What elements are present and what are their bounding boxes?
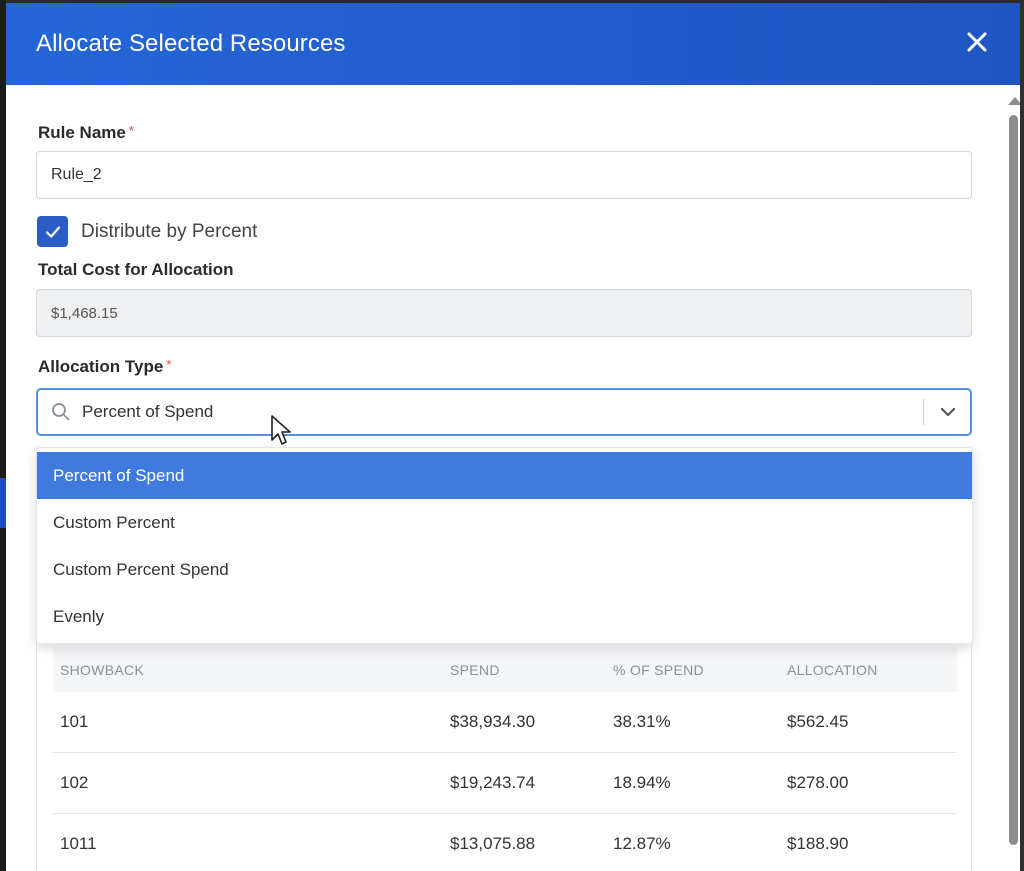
allocation-type-label: Allocation Type * [38, 357, 171, 377]
showback-cell: 1011 [60, 834, 97, 853]
total-cost-field: $1,468.15 [36, 289, 972, 337]
percent-cell: 38.31% [613, 712, 671, 731]
showback-cell: 101 [60, 712, 89, 731]
distribute-by-percent-checkbox[interactable] [37, 216, 68, 247]
table-row: 1011 $13,075.88 12.87% $188.90 [53, 814, 957, 871]
modal-scrollbar[interactable] [1006, 85, 1020, 871]
background-panel-edge-right [1020, 0, 1024, 871]
allocation-table-panel: SHOWBACK SPEND % OF SPEND ALLOCATION 101… [36, 630, 972, 871]
search-icon [52, 403, 70, 421]
table-row: 101 $38,934.30 38.31% $562.45 [53, 692, 957, 753]
showback-cell: 102 [60, 773, 89, 792]
table-header-row: SHOWBACK SPEND % OF SPEND ALLOCATION [53, 647, 957, 692]
required-marker: * [166, 357, 172, 372]
rule-name-label: Rule Name * [38, 123, 134, 143]
modal-body: Rule Name * Rule_2 Distribute by Percent … [6, 85, 1006, 871]
rule-name-label-text: Rule Name [38, 123, 126, 142]
allocate-modal: Allocate Selected Resources Rule Name * R… [6, 3, 1020, 871]
allocation-type-value: Percent of Spend [82, 402, 214, 421]
allocation-cell: $188.90 [787, 834, 849, 853]
option-percent-of-spend[interactable]: Percent of Spend [37, 452, 972, 499]
option-custom-percent-spend[interactable]: Custom Percent Spend [37, 546, 972, 593]
column-header-spend[interactable]: SPEND [450, 662, 613, 678]
allocation-cell: $562.45 [787, 712, 849, 731]
spend-cell: $19,243.74 [450, 773, 536, 792]
spend-cell: $38,934.30 [450, 712, 536, 731]
allocation-type-label-text: Allocation Type [38, 357, 164, 376]
option-custom-percent[interactable]: Custom Percent [37, 499, 972, 546]
percent-cell: 18.94% [613, 773, 671, 792]
allocation-table: SHOWBACK SPEND % OF SPEND ALLOCATION 101… [53, 647, 957, 871]
rule-name-input[interactable]: Rule_2 [36, 151, 972, 199]
table-row: 102 $19,243.74 18.94% $278.00 [53, 753, 957, 814]
mouse-pointer-icon [271, 415, 291, 445]
total-cost-label: Total Cost for Allocation [38, 260, 234, 279]
distribute-by-percent-label: Distribute by Percent [81, 220, 258, 242]
scroll-up-arrow-icon[interactable] [1008, 97, 1020, 105]
modal-title: Allocate Selected Resources [36, 30, 346, 57]
distribute-by-percent-row: Distribute by Percent [37, 216, 257, 247]
allocation-type-dropdown: Percent of Spend Custom Percent Custom P… [36, 447, 973, 644]
percent-cell: 12.87% [613, 834, 671, 853]
column-header-showback[interactable]: SHOWBACK [53, 662, 450, 678]
option-evenly[interactable]: Evenly [37, 593, 972, 640]
close-button[interactable] [964, 29, 990, 55]
rule-name-value: Rule_2 [51, 166, 102, 183]
modal-header: Allocate Selected Resources [6, 3, 1020, 85]
total-cost-value: $1,468.15 [51, 304, 118, 322]
column-header-percent-of-spend[interactable]: % OF SPEND [613, 662, 787, 678]
close-icon [967, 32, 987, 52]
allocation-cell: $278.00 [787, 773, 849, 792]
checkmark-icon [45, 225, 60, 238]
required-marker: * [128, 123, 134, 138]
column-header-allocation[interactable]: ALLOCATION [787, 662, 957, 678]
chevron-down-icon[interactable] [938, 402, 958, 422]
spend-cell: $13,075.88 [450, 834, 536, 853]
allocation-type-select[interactable]: Percent of Spend [36, 388, 972, 436]
select-divider [923, 399, 924, 425]
scrollbar-thumb[interactable] [1009, 115, 1018, 845]
